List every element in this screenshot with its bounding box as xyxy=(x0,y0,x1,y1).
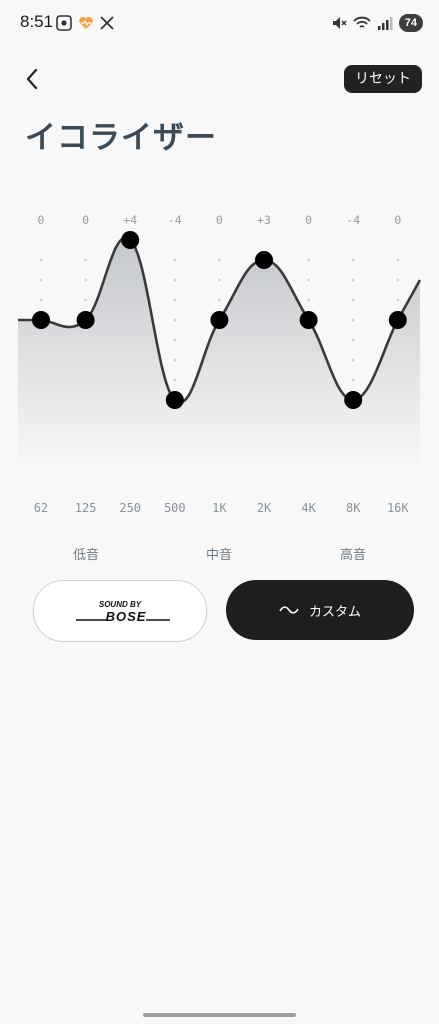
grid-dot xyxy=(351,378,355,382)
grid-dot xyxy=(351,278,355,282)
status-bar: 8:51 74 xyxy=(0,0,439,46)
bose-logo-line1: SOUND BY xyxy=(99,600,142,609)
eq-knob-1K[interactable] xyxy=(210,311,229,329)
gain-label: 0 xyxy=(82,213,89,227)
notification-icons xyxy=(56,13,114,33)
system-icons: 74 xyxy=(331,12,423,34)
gain-label: +4 xyxy=(123,213,137,227)
back-button[interactable] xyxy=(18,64,48,94)
screenshot-icon xyxy=(56,15,72,31)
grid-dot xyxy=(173,338,177,342)
gain-label: 0 xyxy=(216,213,223,227)
grid-dot xyxy=(173,298,177,302)
eq-knob-62[interactable] xyxy=(32,311,50,329)
grid-dot xyxy=(39,278,43,282)
frequency-label: 8K xyxy=(346,501,361,515)
grid-dot xyxy=(396,258,400,262)
grid-dot xyxy=(396,278,400,282)
frequency-range-labels: 低音 中音 高音 xyxy=(0,544,439,564)
range-label-high: 高音 xyxy=(339,548,367,563)
grid-dot xyxy=(351,258,355,262)
gain-label: -4 xyxy=(346,213,360,227)
grid-dot xyxy=(307,258,310,262)
grid-dot xyxy=(351,298,355,302)
gain-label: +3 xyxy=(257,213,271,227)
preset-custom-label: カスタム xyxy=(308,604,361,620)
grid-dot xyxy=(218,298,221,302)
grid-dot xyxy=(218,258,221,262)
eq-knob-500[interactable] xyxy=(165,391,184,409)
signal-icon xyxy=(377,17,393,30)
frequency-label: 2K xyxy=(257,501,272,515)
grid-dot xyxy=(173,278,177,282)
frequency-label: 1K xyxy=(212,501,227,515)
eq-knob-2K[interactable] xyxy=(255,251,273,269)
bose-logo-line2: BOSE xyxy=(106,609,147,624)
battery-icon: 74 xyxy=(398,14,423,32)
health-heart-icon xyxy=(79,17,93,29)
x-logo-icon xyxy=(100,16,114,30)
grid-dot xyxy=(173,318,177,322)
grid-dot xyxy=(39,258,43,262)
eq-knob-8K[interactable] xyxy=(344,391,363,409)
eq-knob-125[interactable] xyxy=(76,311,95,329)
preset-sound-by-bose[interactable]: SOUND BY BOSE xyxy=(33,580,207,642)
wave-icon xyxy=(279,606,299,614)
gain-label: -4 xyxy=(168,213,182,227)
grid-dot xyxy=(84,278,87,282)
mute-icon xyxy=(332,17,347,29)
wifi-icon xyxy=(353,16,371,28)
grid-dot xyxy=(307,298,310,302)
frequency-label: 125 xyxy=(75,501,97,515)
grid-dot xyxy=(396,298,400,302)
eq-knob-250[interactable] xyxy=(121,231,140,249)
gain-label: 0 xyxy=(305,213,312,227)
eq-curve-fill xyxy=(18,237,420,470)
reset-button[interactable]: リセット xyxy=(344,65,422,93)
gain-label: 0 xyxy=(394,213,401,227)
eq-knob-16K[interactable] xyxy=(388,311,407,329)
frequency-label: 16K xyxy=(387,501,409,515)
grid-dot xyxy=(173,378,177,382)
home-indicator[interactable] xyxy=(143,1013,296,1017)
grid-dot xyxy=(173,258,177,262)
sound-by-bose-logo: SOUND BY BOSE xyxy=(76,600,170,624)
equalizer-graph: 0 0 +4 -4 0 +3 0 -4 0 62 125 250 500 1K 2K 4K 8K 16K xyxy=(18,213,422,515)
grid-dot xyxy=(351,358,355,362)
chevron-left-icon xyxy=(26,68,38,90)
grid-dot xyxy=(39,298,43,302)
page-title: イコライザー xyxy=(25,120,217,156)
frequency-label: 500 xyxy=(164,501,186,515)
preset-custom[interactable]: カスタム xyxy=(226,580,414,640)
grid-dot xyxy=(84,298,87,302)
grid-dot xyxy=(307,278,310,282)
grid-dot xyxy=(173,358,177,362)
eq-knob-4K[interactable] xyxy=(299,311,318,329)
frequency-label: 62 xyxy=(34,501,48,515)
range-label-mid: 中音 xyxy=(205,548,233,563)
grid-dot xyxy=(218,278,221,282)
range-label-low: 低音 xyxy=(72,548,100,563)
gain-label: 0 xyxy=(38,213,45,227)
grid-dot xyxy=(351,338,355,342)
frequency-label: 250 xyxy=(119,501,141,515)
status-time: 8:51 xyxy=(20,12,54,31)
grid-dot xyxy=(84,258,87,262)
frequency-label: 4K xyxy=(301,501,316,515)
grid-dot xyxy=(351,318,355,322)
